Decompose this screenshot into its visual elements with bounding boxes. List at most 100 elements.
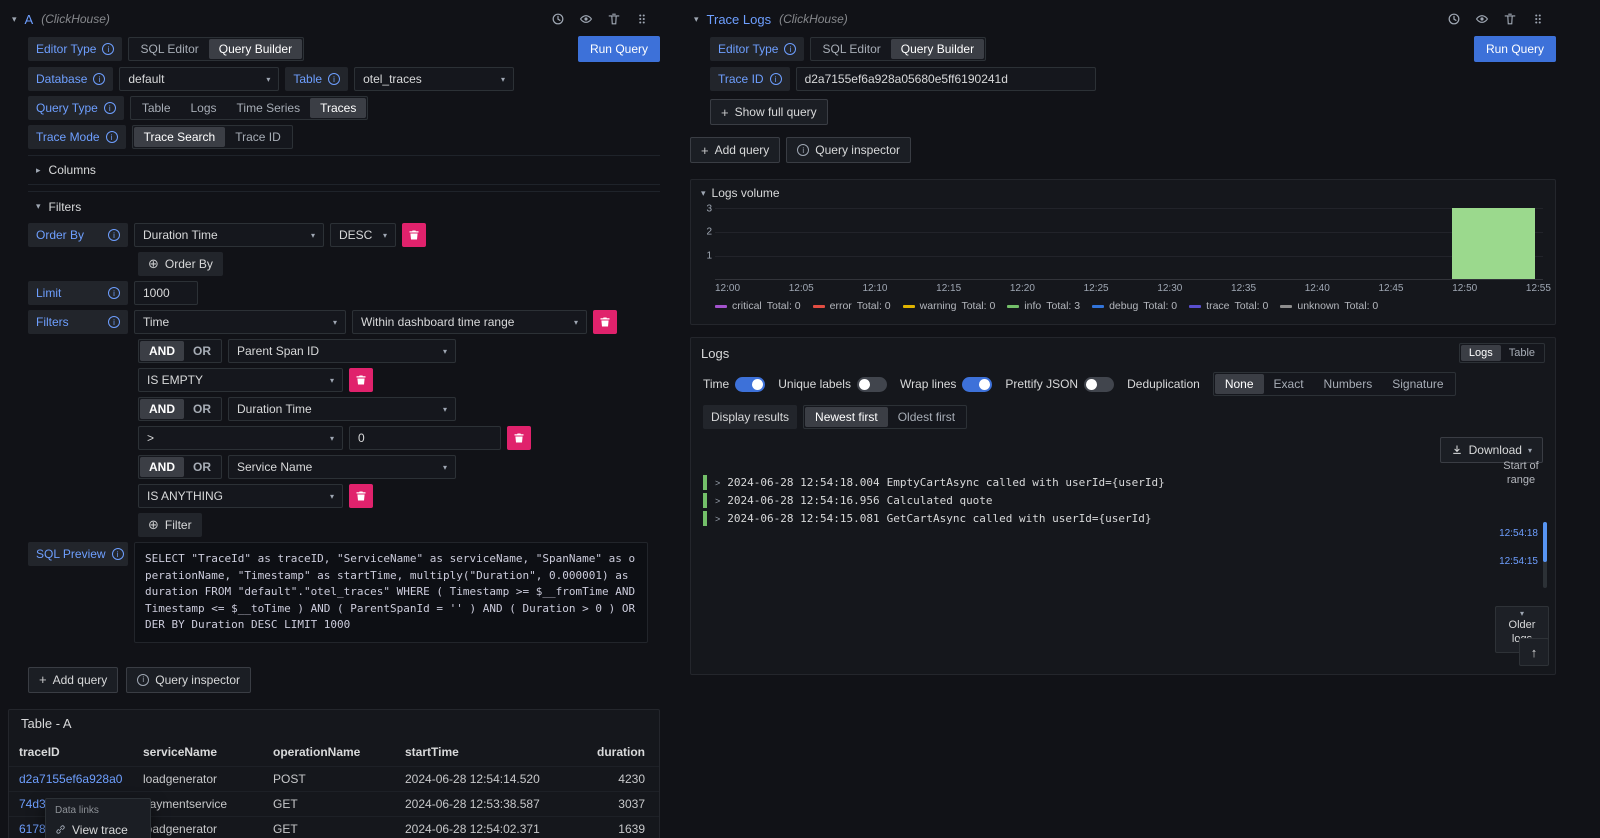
history-icon[interactable] [1446, 11, 1462, 27]
column-header-traceid[interactable]: traceID [9, 738, 133, 767]
info-icon[interactable]: i [93, 73, 105, 85]
query-type-logs[interactable]: Logs [181, 98, 227, 118]
info-icon[interactable]: i [112, 548, 124, 560]
scrollbar-thumb[interactable] [1543, 522, 1547, 562]
and-option[interactable]: AND [140, 341, 184, 361]
filter-value-input[interactable] [349, 426, 501, 450]
query-inspector-button[interactable]: iQuery inspector [126, 667, 251, 693]
query-inspector-button[interactable]: iQuery inspector [786, 137, 911, 163]
trace-id-link[interactable]: d2a7155ef6a928a05... [19, 772, 123, 786]
info-icon[interactable]: i [104, 102, 116, 114]
info-icon[interactable]: i [328, 73, 340, 85]
filter-time-field-select[interactable]: Time▾ [134, 310, 346, 334]
query-type-table[interactable]: Table [132, 98, 181, 118]
legend-item-info[interactable]: infoTotal: 3 [1007, 300, 1080, 312]
sql-editor-option[interactable]: SQL Editor [130, 39, 208, 59]
chart-plot-area[interactable] [715, 208, 1543, 280]
log-line[interactable]: > 2024-06-28 12:54:16.956 Calculated quo… [703, 493, 1489, 508]
remove-filter-button[interactable] [507, 426, 531, 450]
history-icon[interactable] [550, 11, 566, 27]
order-by-field-select[interactable]: Duration Time▾ [134, 223, 324, 247]
info-icon[interactable]: i [108, 316, 120, 328]
or-option[interactable]: OR [184, 341, 220, 361]
columns-section-toggle[interactable]: ▸ Columns [28, 155, 660, 185]
table-view-option[interactable]: Table [1501, 345, 1543, 361]
filter-operator-select[interactable]: IS ANYTHING▾ [138, 484, 343, 508]
prettify-json-toggle[interactable] [1084, 377, 1114, 392]
limit-input[interactable] [134, 281, 198, 305]
info-icon[interactable]: i [102, 43, 114, 55]
query-builder-option[interactable]: Query Builder [891, 39, 984, 59]
table-select[interactable]: otel_traces▾ [354, 67, 514, 91]
sql-editor-option[interactable]: SQL Editor [812, 39, 890, 59]
or-option[interactable]: OR [184, 457, 220, 477]
collapse-chevron-icon[interactable]: ▾ [701, 188, 706, 199]
show-full-query-button[interactable]: +Show full query [710, 99, 828, 125]
legend-item-error[interactable]: errorTotal: 0 [813, 300, 891, 312]
query-builder-option[interactable]: Query Builder [209, 39, 302, 59]
add-filter-button[interactable]: ⊕Filter [138, 513, 202, 537]
column-header-starttime[interactable]: startTime [395, 738, 575, 767]
dedup-numbers-option[interactable]: Numbers [1314, 374, 1383, 394]
expand-chevron-icon[interactable]: > [715, 496, 720, 506]
column-header-servicename[interactable]: serviceName [133, 738, 263, 767]
volume-bar-info[interactable] [1452, 208, 1535, 279]
remove-order-by-button[interactable] [402, 223, 426, 247]
legend-item-unknown[interactable]: unknownTotal: 0 [1280, 300, 1378, 312]
view-trace-item[interactable]: View trace [46, 819, 150, 838]
filter-field-select[interactable]: Service Name▾ [228, 455, 456, 479]
database-select[interactable]: default▾ [119, 67, 279, 91]
trace-search-option[interactable]: Trace Search [134, 127, 226, 147]
trash-icon[interactable] [606, 11, 622, 27]
legend-item-critical[interactable]: criticalTotal: 0 [715, 300, 801, 312]
logs-view-option[interactable]: Logs [1461, 345, 1501, 361]
eye-icon[interactable] [578, 11, 594, 27]
remove-filter-button[interactable] [349, 368, 373, 392]
trash-icon[interactable] [1502, 11, 1518, 27]
filter-field-select[interactable]: Parent Span ID▾ [228, 339, 456, 363]
expand-chevron-icon[interactable]: > [715, 514, 720, 524]
eye-icon[interactable] [1474, 11, 1490, 27]
log-minimap-scrollbar[interactable] [1543, 522, 1547, 588]
unique-labels-toggle[interactable] [857, 377, 887, 392]
info-icon[interactable]: i [108, 229, 120, 241]
dedup-exact-option[interactable]: Exact [1264, 374, 1314, 394]
drag-handle-icon[interactable] [634, 11, 650, 27]
scroll-to-top-button[interactable]: ↑ [1519, 638, 1549, 666]
log-line[interactable]: > 2024-06-28 12:54:18.004 EmptyCartAsync… [703, 475, 1489, 490]
filter-operator-select[interactable]: >▾ [138, 426, 343, 450]
info-icon[interactable]: i [106, 131, 118, 143]
filter-time-value-select[interactable]: Within dashboard time range▾ [352, 310, 587, 334]
add-order-by-button[interactable]: ⊕Order By [138, 252, 223, 276]
drag-handle-icon[interactable] [1530, 11, 1546, 27]
legend-item-trace[interactable]: traceTotal: 0 [1189, 300, 1268, 312]
collapse-chevron-icon[interactable]: ▾ [12, 14, 17, 25]
column-header-operationname[interactable]: operationName [263, 738, 395, 767]
dedup-signature-option[interactable]: Signature [1382, 374, 1453, 394]
trace-id-input[interactable] [796, 67, 1096, 91]
time-toggle[interactable] [735, 377, 765, 392]
filters-section-toggle[interactable]: ▾ Filters [28, 191, 660, 221]
add-query-button[interactable]: +Add query [28, 667, 118, 693]
remove-filter-button[interactable] [349, 484, 373, 508]
info-icon[interactable]: i [784, 43, 796, 55]
filter-field-select[interactable]: Duration Time▾ [228, 397, 456, 421]
or-option[interactable]: OR [184, 399, 220, 419]
and-option[interactable]: AND [140, 399, 184, 419]
remove-filter-button[interactable] [593, 310, 617, 334]
dedup-none-option[interactable]: None [1215, 374, 1264, 394]
query-type-timeseries[interactable]: Time Series [227, 98, 311, 118]
add-query-button[interactable]: +Add query [690, 137, 780, 163]
oldest-first-option[interactable]: Oldest first [888, 407, 965, 427]
order-by-direction-select[interactable]: DESC▾ [330, 223, 396, 247]
trace-id-option[interactable]: Trace ID [225, 127, 291, 147]
run-query-button[interactable]: Run Query [1474, 36, 1556, 62]
legend-item-warning[interactable]: warningTotal: 0 [903, 300, 996, 312]
query-type-traces[interactable]: Traces [310, 98, 366, 118]
newest-first-option[interactable]: Newest first [805, 407, 888, 427]
info-icon[interactable]: i [108, 287, 120, 299]
legend-item-debug[interactable]: debugTotal: 0 [1092, 300, 1177, 312]
collapse-chevron-icon[interactable]: ▾ [694, 14, 699, 25]
and-option[interactable]: AND [140, 457, 184, 477]
filter-operator-select[interactable]: IS EMPTY▾ [138, 368, 343, 392]
